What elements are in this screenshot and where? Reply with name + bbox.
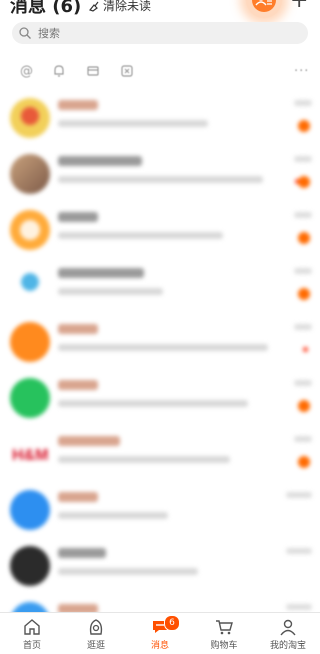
list-item-title bbox=[58, 268, 144, 278]
avatar bbox=[10, 378, 50, 418]
compose-highlight[interactable] bbox=[246, 0, 282, 18]
list-item-time bbox=[294, 212, 312, 218]
list-item-preview bbox=[58, 456, 230, 463]
list-item-preview bbox=[58, 512, 168, 519]
avatar bbox=[10, 322, 50, 362]
list-item[interactable] bbox=[0, 204, 320, 258]
unread-dot bbox=[298, 176, 310, 188]
tab-cart-label: 购物车 bbox=[210, 641, 238, 651]
unread-dot bbox=[298, 400, 310, 412]
avatar bbox=[10, 98, 50, 138]
avatar bbox=[10, 266, 50, 306]
coupon-icon[interactable] bbox=[120, 64, 134, 82]
tab-cart[interactable]: 购物车 bbox=[192, 613, 256, 654]
list-item-title bbox=[58, 548, 106, 558]
compose-button[interactable] bbox=[252, 0, 276, 12]
clear-unread-label: 清除未读 bbox=[103, 0, 152, 13]
list-item-preview bbox=[58, 288, 163, 295]
tab-home-label: 首页 bbox=[22, 641, 41, 651]
quick-filter-bar: @ ··· bbox=[0, 64, 320, 82]
avatar bbox=[10, 546, 50, 586]
clear-unread-button[interactable]: 清除未读 bbox=[88, 0, 151, 14]
tab-messages-label: 消息 bbox=[150, 641, 169, 651]
tab-my-taobao-label: 我的淘宝 bbox=[269, 641, 306, 651]
tab-explore[interactable]: 逛逛 bbox=[64, 613, 128, 654]
list-item[interactable] bbox=[0, 540, 320, 594]
list-item-time bbox=[294, 156, 312, 162]
tab-messages[interactable]: 6 消息 bbox=[128, 613, 192, 654]
list-item[interactable] bbox=[0, 148, 320, 202]
list-item-title bbox=[58, 492, 98, 502]
broom-icon bbox=[88, 1, 99, 12]
list-item-preview bbox=[58, 232, 223, 239]
list-item-title bbox=[58, 156, 142, 166]
list-item-title bbox=[58, 380, 98, 390]
bottom-tab-bar: 首页 逛逛 6 消息 购物车 我的淘宝 bbox=[0, 612, 320, 654]
unread-dot bbox=[298, 456, 310, 468]
list-item-time bbox=[294, 100, 312, 106]
tab-explore-label: 逛逛 bbox=[86, 641, 105, 651]
contacts-icon bbox=[255, 0, 272, 6]
unread-dot bbox=[298, 120, 310, 132]
unread-dot bbox=[298, 288, 310, 300]
cart-icon bbox=[216, 620, 233, 635]
header: 消息 (6) 清除未读 + bbox=[0, 0, 320, 20]
list-item-time bbox=[294, 268, 312, 274]
page-title: 消息 (6) bbox=[10, 0, 82, 17]
search-bar[interactable] bbox=[12, 22, 308, 44]
add-icon[interactable]: + bbox=[290, 0, 308, 13]
list-item-time bbox=[286, 604, 312, 610]
list-item-preview bbox=[58, 176, 263, 183]
bell-icon[interactable] bbox=[52, 64, 66, 82]
avatar bbox=[10, 490, 50, 530]
list-item-time bbox=[294, 436, 312, 442]
list-item-title bbox=[58, 212, 98, 222]
list-item-time bbox=[294, 380, 312, 386]
list-item-preview bbox=[58, 344, 268, 351]
mention-icon[interactable]: @ bbox=[20, 64, 33, 79]
unread-dot-small bbox=[303, 347, 308, 352]
svg-text:H&M: H&M bbox=[12, 447, 48, 464]
unread-dot bbox=[298, 232, 310, 244]
user-icon bbox=[280, 619, 296, 636]
list-item-time bbox=[286, 548, 312, 554]
list-item-time bbox=[294, 324, 312, 330]
tab-my-taobao[interactable]: 我的淘宝 bbox=[256, 613, 320, 654]
list-item[interactable] bbox=[0, 92, 320, 146]
list-item[interactable] bbox=[0, 372, 320, 426]
search-icon bbox=[19, 27, 31, 39]
list-item-title bbox=[58, 100, 98, 110]
list-item[interactable] bbox=[0, 260, 320, 314]
explore-icon bbox=[89, 619, 103, 635]
list-item-preview bbox=[58, 120, 208, 127]
avatar bbox=[10, 210, 50, 250]
avatar bbox=[10, 154, 50, 194]
tab-home[interactable]: 首页 bbox=[0, 613, 64, 654]
list-item-preview bbox=[58, 400, 248, 407]
list-item-preview bbox=[58, 568, 198, 575]
avatar: H&M bbox=[10, 434, 50, 474]
list-item-title bbox=[58, 324, 98, 334]
message-count-badge: 6 bbox=[164, 615, 180, 631]
list-item[interactable] bbox=[0, 316, 320, 370]
list-item-title bbox=[58, 436, 120, 446]
search-input[interactable] bbox=[36, 25, 280, 41]
mail-icon[interactable] bbox=[86, 64, 100, 82]
list-item[interactable] bbox=[0, 484, 320, 538]
list-item-time bbox=[286, 492, 312, 498]
home-icon bbox=[24, 619, 40, 635]
more-icon[interactable]: ··· bbox=[294, 64, 309, 79]
list-item[interactable]: H&M bbox=[0, 428, 320, 482]
